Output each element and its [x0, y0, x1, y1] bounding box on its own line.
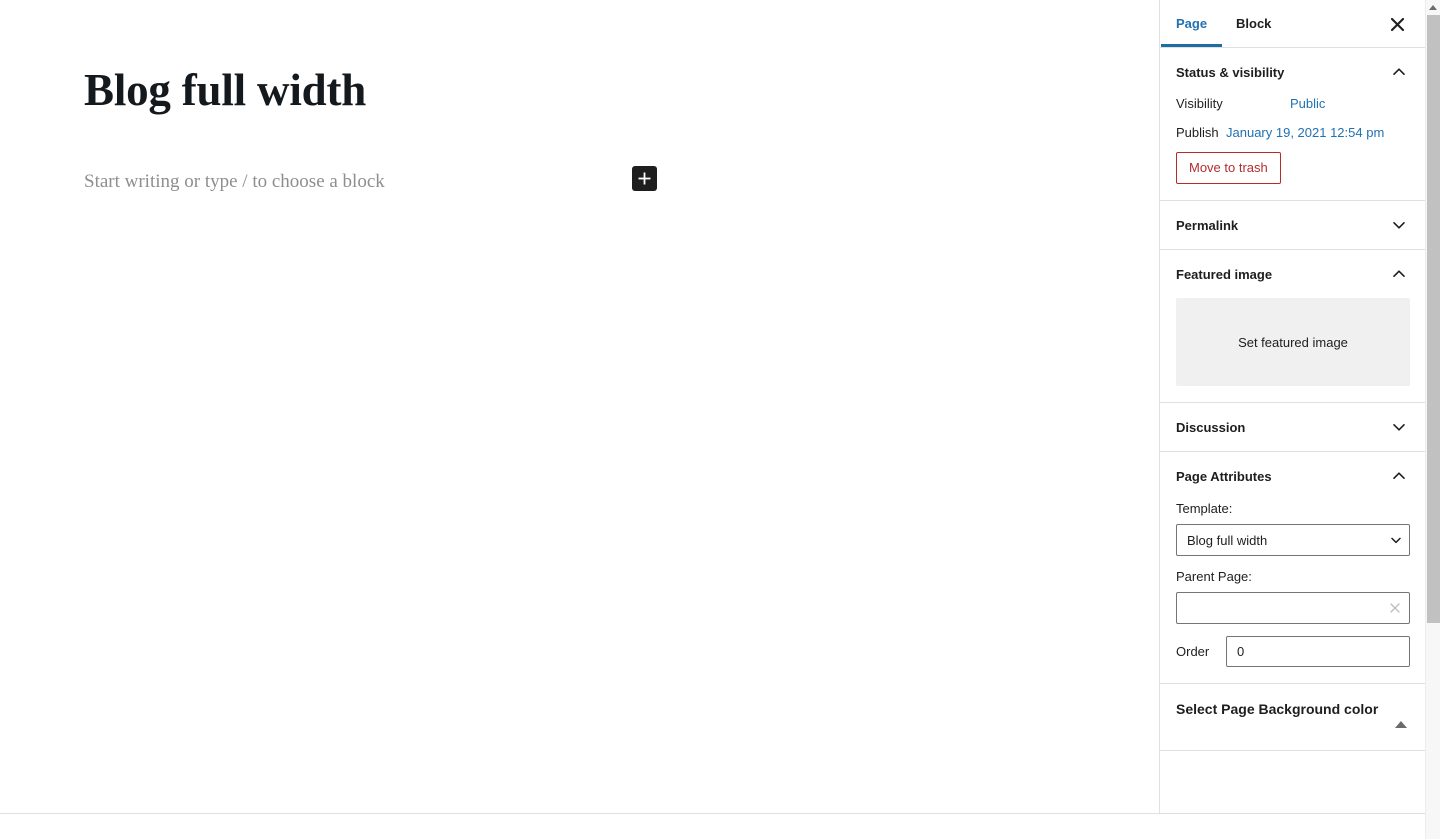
panel-background-color-header[interactable]: Select Page Background color [1160, 684, 1425, 750]
template-select[interactable]: Blog full width [1176, 524, 1410, 556]
panel-page-attributes-header[interactable]: Page Attributes [1160, 452, 1425, 500]
tab-block[interactable]: Block [1236, 0, 1271, 47]
clear-x-icon [1390, 603, 1400, 613]
set-featured-image-button[interactable]: Set featured image [1176, 298, 1410, 386]
scroll-thumb[interactable] [1427, 15, 1440, 623]
triangle-up-icon [1393, 716, 1409, 732]
empty-block-row: Start writing or type / to choose a bloc… [84, 166, 660, 198]
panel-title: Featured image [1176, 266, 1273, 282]
order-row: Order [1176, 636, 1410, 667]
scroll-up-button[interactable] [1426, 0, 1440, 15]
sidebar-tab-bar: Page Block [1160, 0, 1425, 48]
chevron-down-icon [1389, 215, 1409, 235]
settings-sidebar: Page Block Status & visibility Visibilit… [1159, 0, 1425, 814]
plus-icon [638, 172, 651, 185]
template-label: Template: [1176, 501, 1233, 516]
editor-canvas: Blog full width Start writing or type / … [0, 0, 1159, 814]
panel-permalink: Permalink [1160, 201, 1425, 250]
panel-featured-image-header[interactable]: Featured image [1160, 250, 1425, 298]
panel-featured-image: Featured image Set featured image [1160, 250, 1425, 403]
panel-title: Discussion [1176, 419, 1246, 435]
parent-page-clear-button[interactable] [1385, 598, 1405, 618]
order-label: Order [1176, 644, 1210, 659]
panel-status-visibility-body: Visibility Public Publish January 19, 20… [1160, 96, 1425, 200]
chevron-up-icon [1389, 62, 1409, 82]
chevron-up-icon [1389, 466, 1409, 486]
publish-label: Publish [1176, 125, 1219, 140]
panel-status-visibility-header[interactable]: Status & visibility [1160, 48, 1425, 96]
publish-date-button[interactable]: January 19, 2021 12:54 pm [1226, 125, 1384, 140]
editor-window: Blog full width Start writing or type / … [0, 0, 1440, 839]
panel-discussion: Discussion [1160, 403, 1425, 452]
panel-featured-image-body: Set featured image [1160, 298, 1425, 402]
template-selected-value: Blog full width [1187, 532, 1268, 548]
panel-title: Status & visibility [1176, 64, 1285, 80]
parent-page-input[interactable] [1177, 593, 1382, 623]
close-icon [1390, 17, 1404, 31]
visibility-value-button[interactable]: Public [1290, 96, 1325, 111]
panel-title: Select Page Background color [1176, 701, 1379, 717]
panel-background-color: Select Page Background color [1160, 684, 1425, 751]
panel-discussion-header[interactable]: Discussion [1160, 403, 1425, 451]
block-placeholder-text[interactable]: Start writing or type / to choose a bloc… [84, 168, 385, 196]
close-sidebar-button[interactable] [1385, 12, 1409, 36]
panel-permalink-header[interactable]: Permalink [1160, 201, 1425, 249]
panel-page-attributes: Page Attributes Template: Blog full widt… [1160, 452, 1425, 684]
chevron-down-icon [1389, 417, 1409, 437]
panel-page-attributes-body: Template: Blog full width Parent Page: O… [1160, 500, 1425, 683]
order-input[interactable] [1226, 636, 1410, 667]
triangle-up-icon [1429, 5, 1437, 10]
chevron-up-icon [1389, 264, 1409, 284]
visibility-row: Visibility Public [1176, 96, 1409, 111]
move-to-trash-button[interactable]: Move to trash [1176, 152, 1281, 184]
visibility-label: Visibility [1176, 96, 1223, 111]
tab-page[interactable]: Page [1160, 0, 1223, 47]
block-inserter-button[interactable] [632, 166, 657, 191]
panel-title: Permalink [1176, 217, 1239, 233]
canvas-bottom-divider [0, 813, 1159, 814]
parent-page-label: Parent Page: [1176, 569, 1252, 584]
vertical-scrollbar[interactable] [1425, 0, 1440, 839]
chevron-down-icon [1383, 533, 1409, 547]
panel-title: Page Attributes [1176, 468, 1272, 484]
parent-page-field[interactable] [1176, 592, 1410, 624]
panel-status-visibility: Status & visibility Visibility Public Pu… [1160, 48, 1425, 201]
post-title[interactable]: Blog full width [84, 62, 366, 118]
publish-row: Publish January 19, 2021 12:54 pm [1176, 125, 1409, 140]
